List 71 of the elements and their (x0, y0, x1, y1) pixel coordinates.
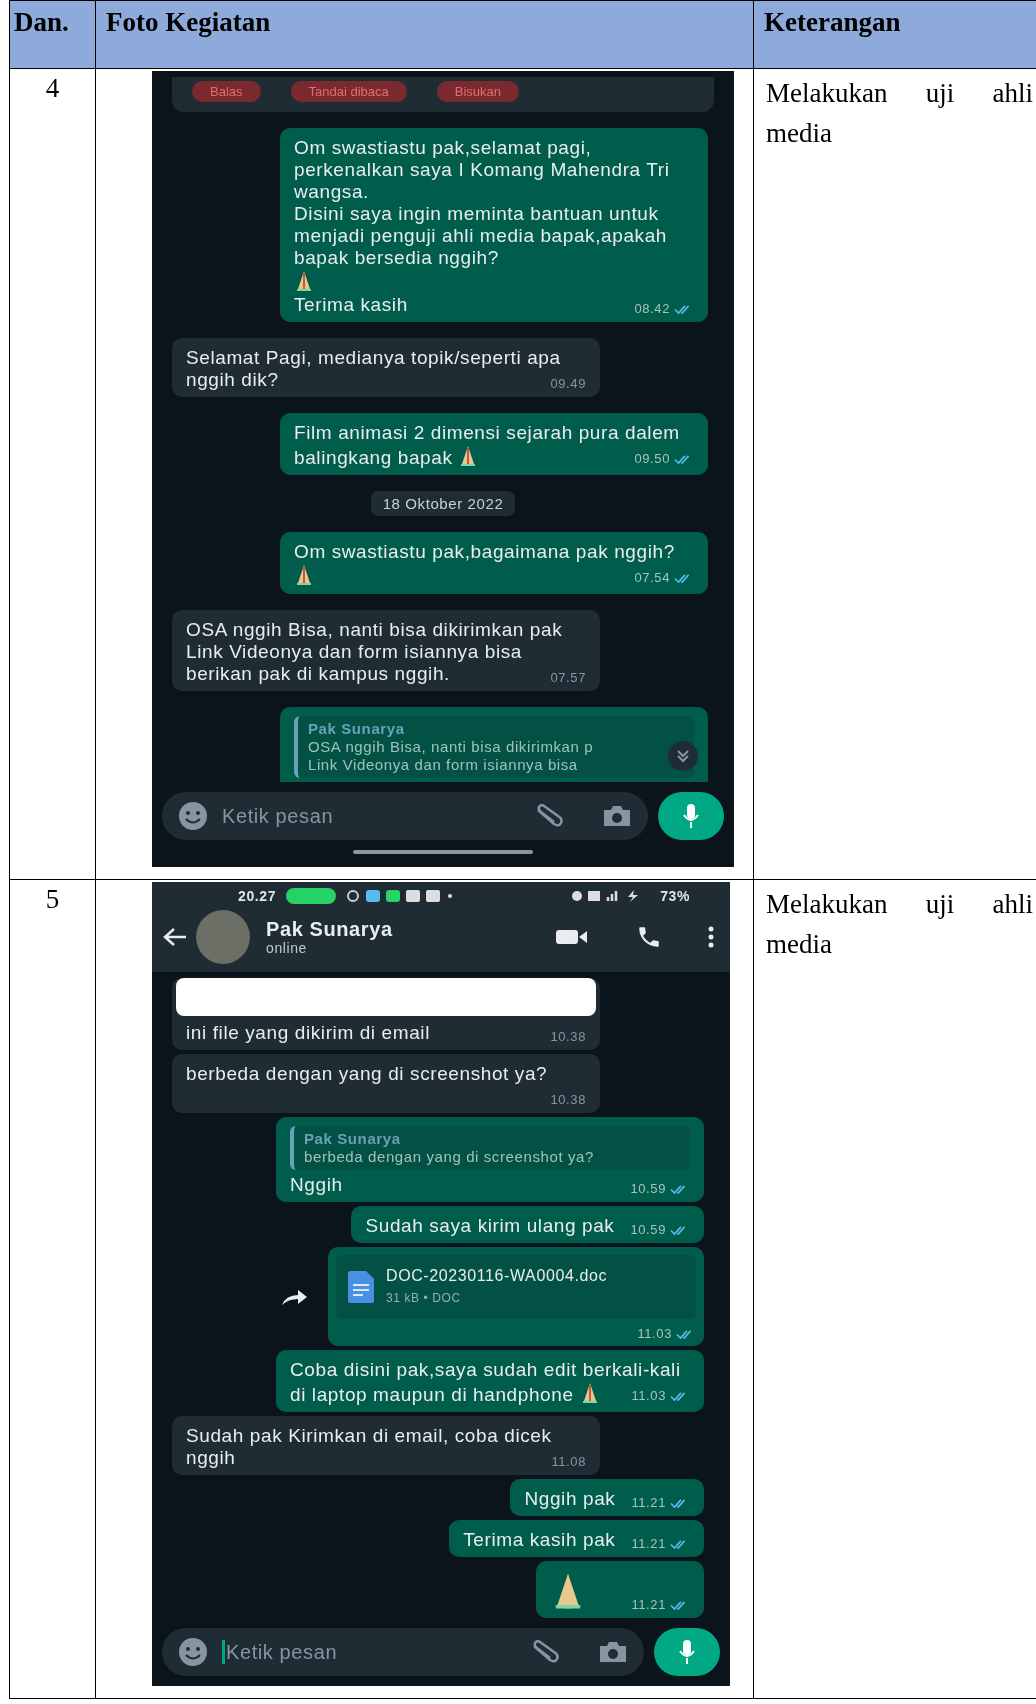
message-time: 10.38 (550, 1093, 586, 1107)
contact-status: online (266, 940, 308, 956)
message-time: 09.50 (634, 452, 694, 466)
message-input-field[interactable]: Ketik pesan (162, 792, 648, 840)
message-time: 08.42 (634, 302, 694, 316)
double-chevron-icon (676, 749, 690, 763)
file-info: 31 kB • DOC (386, 1290, 462, 1307)
sent-message: Om swastiastu pak,selamat pagi, perkenalkan saya I Komang Mahendra Tri wangsa. Disini saya ingin meminta bantuan untuk menjadi penguji ahli media bapak,apakah bapak bersedia nggih? Terima kasih 08.42 (280, 128, 708, 322)
received-message: Selamat Pagi, medianya topik/seperti apa nggih dik? 09.49 (172, 338, 600, 397)
received-message: OSA nggih Bisa, nanti bisa dikirimkan pak Link Videonya dan form isiannya bisa berikan pak di kampus nggih. 07.57 (172, 610, 600, 691)
camera-icon[interactable] (602, 804, 632, 828)
message-time: 11.21 (631, 1537, 690, 1551)
message-time: 11.08 (551, 1455, 586, 1469)
file-name: DOC-20230116-WA0004.doc (386, 1266, 608, 1286)
message-time: 11.21 (631, 1598, 690, 1612)
emoji-icon[interactable] (178, 1637, 208, 1667)
paperclip-icon[interactable] (530, 1640, 560, 1664)
column-header: Foto Kegiatan (96, 1, 754, 69)
sent-message: Om swastiastu pak,bagaimana pak nggih? 07.54 (280, 532, 708, 594)
call-indicator-icon (286, 888, 337, 904)
row-number: 5 (45, 884, 60, 914)
sent-message: Pak Sunarya berbeda dengan yang di screenshot ya? Nggih 10.59 (276, 1117, 704, 1202)
sent-message: Sudah saya kirim ulang pak 10.59 (351, 1206, 704, 1243)
contact-name: Pak Sunarya (266, 918, 394, 940)
sent-message: Film animasi 2 dimensi sejarah pura dalem balingkang bapak 09.50 (280, 413, 708, 475)
sent-message: Nggih pak 11.21 (510, 1479, 704, 1516)
more-options-icon[interactable] (708, 926, 714, 948)
sent-message: Coba disini pak,saya sudah edit berkali-kali di laptop maupun di handphone 11.03 (276, 1350, 704, 1412)
camera-icon[interactable] (598, 1640, 628, 1664)
microphone-button[interactable] (658, 792, 724, 840)
message-time: 07.54 (634, 571, 694, 585)
microphone-icon (682, 803, 700, 829)
received-message: ini file yang dikirim di email 10.38 (172, 978, 600, 1050)
microphone-button[interactable] (654, 1628, 720, 1676)
activity-description: Melakukan uji ahli media (766, 889, 1033, 959)
date-chip: 18 Oktober 2022 (370, 491, 516, 516)
column-header: Keterangan (754, 1, 1036, 69)
battery-percentage: 73% (660, 888, 690, 904)
message-time: 10.59 (630, 1182, 690, 1196)
quick-action-button[interactable]: Balas (192, 81, 261, 102)
avatar-icon[interactable] (196, 910, 250, 964)
message-time: 07.57 (550, 671, 586, 685)
document-icon (348, 1271, 374, 1303)
quick-action-button[interactable]: Bisukan (436, 81, 519, 102)
message-time: 11.03 (631, 1389, 690, 1403)
quoted-message[interactable]: Pak Sunarya berbeda dengan yang di screenshot ya? (290, 1126, 690, 1170)
message-time: 10.38 (550, 1030, 586, 1044)
message-placeholder: Ketik pesan (222, 804, 335, 828)
message-input-field[interactable]: Ketik pesan (162, 1628, 644, 1676)
column-header: Dan. (10, 1, 96, 69)
phone-icon[interactable] (636, 924, 662, 950)
navigation-bar-handle[interactable] (353, 850, 533, 854)
sent-message: Terima kasih pak 11.21 (449, 1520, 704, 1557)
message-time: 09.49 (550, 377, 586, 391)
quick-action-button[interactable]: Tandai dibaca (290, 81, 407, 102)
message-time: 10.59 (630, 1223, 690, 1237)
video-camera-icon[interactable] (556, 927, 588, 947)
message-placeholder: Ketik pesan (222, 1640, 516, 1664)
message-time: 11.21 (631, 1496, 690, 1510)
quoted-message[interactable]: Pak Sunarya OSA nggih Bisa, nanti bisa dikirimkan p Link Videonya dan form isiannya bisa (294, 716, 694, 778)
row-number: 4 (45, 73, 60, 103)
file-attachment[interactable]: DOC-20230116-WA0004.doc 31 kB • DOC (336, 1255, 696, 1319)
paperclip-icon[interactable] (534, 804, 564, 828)
activity-description: Melakukan uji ahli media (766, 78, 1033, 148)
emoji-icon[interactable] (178, 801, 208, 831)
status-time: 20.27 (238, 888, 277, 904)
received-message: berbeda dengan yang di screenshot ya? 10.38 (172, 1054, 600, 1113)
microphone-icon (678, 1639, 696, 1665)
message-time: 11.03 (637, 1327, 696, 1341)
back-arrow-icon[interactable] (162, 927, 188, 947)
received-message: Sudah pak Kirimkan di email, coba dicek nggih 11.08 (172, 1416, 600, 1475)
